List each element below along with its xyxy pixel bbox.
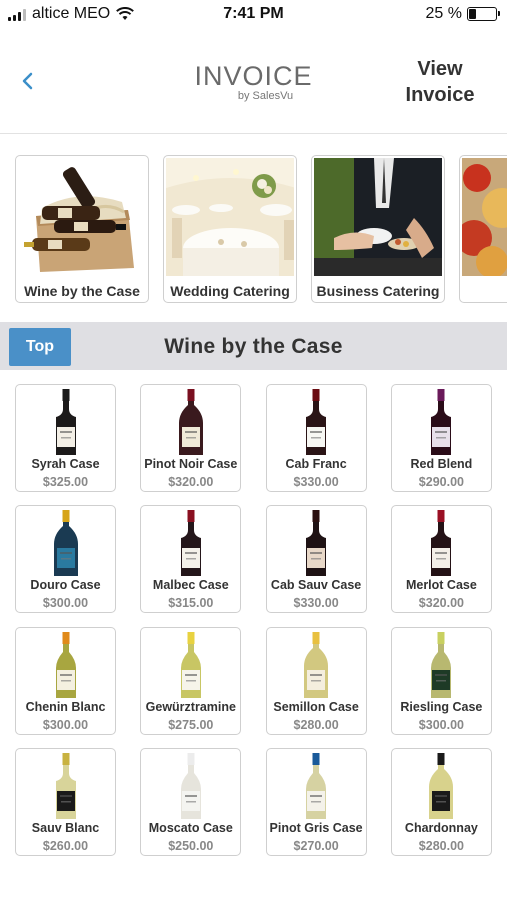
- wine-bottle-icon: [141, 751, 240, 821]
- product-card[interactable]: Pinot Noir Case $320.00: [140, 384, 242, 492]
- battery-icon: [467, 7, 500, 21]
- wine-crate-image: [18, 158, 146, 276]
- wine-bottle-icon: [392, 751, 491, 821]
- category-strip[interactable]: Wine by the Case Wedding Catering Busine…: [15, 155, 507, 305]
- product-card[interactable]: Cab Sauv Case $330.00: [265, 505, 367, 614]
- status-bar: altice MEO 7:41 PM 25 %: [0, 0, 507, 32]
- product-price: $250.00: [168, 838, 214, 853]
- category-apples[interactable]: [459, 155, 507, 303]
- product-price: $325.00: [42, 475, 89, 489]
- wine-bottle-icon: [16, 630, 115, 700]
- product-card[interactable]: Malbec Case $315.00: [140, 505, 242, 614]
- product-card[interactable]: Red Blend $290.00: [390, 384, 492, 492]
- wine-bottle-icon: [141, 630, 240, 700]
- product-price: $320.00: [418, 596, 464, 611]
- category-label: Business Catering: [316, 283, 440, 299]
- business-catering-image: [314, 158, 442, 276]
- apples-image: [462, 158, 507, 276]
- category-business-catering[interactable]: Business Catering: [311, 155, 445, 303]
- view-invoice-line1: View: [417, 58, 463, 80]
- product-price: $315.00: [168, 596, 214, 611]
- section-header: Wine by the Case Top: [0, 322, 507, 370]
- product-name: Gewürztramine: [145, 699, 236, 714]
- product-card[interactable]: Moscato Case $250.00: [140, 747, 242, 856]
- product-card[interactable]: Chardonnay $280.00: [390, 747, 492, 856]
- product-card[interactable]: Sauv Blanc $260.00: [15, 747, 116, 856]
- app-header: INVOICE by SalesVu View Invoice: [0, 32, 507, 134]
- status-right: 25 %: [425, 5, 500, 23]
- wine-bottle-icon: [267, 508, 366, 578]
- section-title: Wine by the Case: [164, 335, 343, 358]
- wine-bottle-icon: [267, 751, 366, 821]
- product-name: Syrah Case: [31, 457, 100, 471]
- wine-bottle-icon: [392, 630, 491, 700]
- view-invoice-button[interactable]: View Invoice: [395, 56, 485, 108]
- product-name: Pinot Gris Case: [269, 820, 363, 835]
- product-name: Malbec Case: [152, 578, 229, 593]
- wine-bottle-icon: [267, 630, 366, 700]
- product-price: $290.00: [418, 475, 464, 489]
- product-name: Pinot Noir Case: [144, 457, 238, 471]
- wedding-hall-image: [166, 158, 294, 276]
- product-name: Merlot Case: [405, 578, 477, 593]
- product-name: Cab Franc: [285, 457, 347, 471]
- wine-bottle-icon: [16, 508, 115, 578]
- product-name: Moscato Case: [148, 820, 233, 835]
- top-button[interactable]: Top: [9, 328, 71, 366]
- product-card[interactable]: Riesling Case $300.00: [390, 626, 492, 735]
- product-price: $275.00: [168, 717, 214, 732]
- category-wedding-catering[interactable]: Wedding Catering: [163, 155, 297, 303]
- product-card[interactable]: Cab Franc $330.00: [265, 384, 367, 492]
- category-wine-by-the-case[interactable]: Wine by the Case: [15, 155, 149, 303]
- product-name: Sauv Blanc: [31, 820, 100, 835]
- category-label: Wine by the Case: [24, 283, 140, 299]
- product-price: $330.00: [293, 475, 339, 489]
- product-name: Semillon Case: [273, 699, 359, 714]
- product-card[interactable]: Pinot Gris Case $270.00: [265, 747, 367, 856]
- category-label: Wedding Catering: [170, 283, 290, 299]
- product-price: $320.00: [168, 475, 214, 489]
- product-price: $260.00: [42, 838, 89, 853]
- product-price: $300.00: [42, 717, 89, 732]
- wine-bottle-icon: [16, 387, 115, 457]
- product-price: $280.00: [418, 838, 464, 853]
- product-name: Chenin Blanc: [25, 699, 106, 714]
- product-card[interactable]: Merlot Case $320.00: [390, 505, 492, 614]
- product-name: Douro Case: [30, 578, 101, 593]
- product-price: $280.00: [293, 717, 339, 732]
- product-name: Riesling Case: [400, 699, 483, 714]
- product-price: $300.00: [418, 717, 464, 732]
- product-name: Chardonnay: [404, 820, 478, 835]
- battery-level: [469, 9, 476, 19]
- product-price: $300.00: [42, 596, 89, 611]
- product-price: $330.00: [293, 596, 339, 611]
- product-card[interactable]: Douro Case $300.00: [15, 505, 116, 614]
- product-card[interactable]: Syrah Case $325.00: [15, 384, 116, 492]
- product-name: Red Blend: [410, 457, 473, 471]
- product-card[interactable]: Semillon Case $280.00: [265, 626, 367, 735]
- wine-bottle-icon: [267, 387, 366, 457]
- product-price: $270.00: [293, 838, 339, 853]
- wine-bottle-icon: [392, 387, 491, 457]
- product-name: Cab Sauv Case: [270, 578, 362, 593]
- product-card[interactable]: Gewürztramine $275.00: [140, 626, 242, 735]
- wine-bottle-icon: [141, 387, 240, 457]
- wine-bottle-icon: [392, 508, 491, 578]
- wine-bottle-icon: [16, 751, 115, 821]
- product-card[interactable]: Chenin Blanc $300.00: [15, 626, 116, 735]
- view-invoice-line2: Invoice: [405, 84, 475, 106]
- battery-percent: 25 %: [425, 5, 462, 22]
- wine-bottle-icon: [141, 508, 240, 578]
